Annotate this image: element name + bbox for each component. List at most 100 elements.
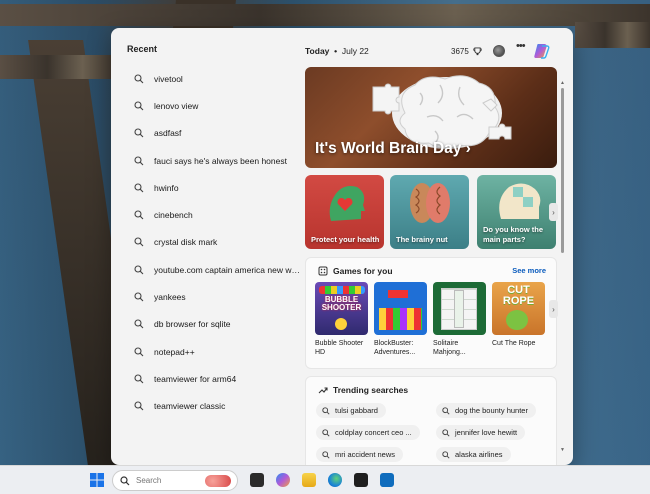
search-icon [322,428,330,437]
search-icon [134,183,144,193]
recent-search-text: lenovo view [154,100,199,111]
recent-search-item[interactable]: hwinfo [127,174,301,201]
recent-search-item[interactable]: teamviewer for arm64 [127,365,301,392]
trophy-icon [473,46,482,55]
search-icon [134,101,144,111]
recent-search-text: hwinfo [154,182,179,193]
recent-search-item[interactable]: yankees [127,283,301,310]
game-tile[interactable]: BlockBuster: Adventures... [374,282,428,357]
scroll-up-arrow[interactable]: ▲ [560,80,565,86]
recent-search-item[interactable]: vivetool [127,65,301,92]
hero-card-world-brain-day[interactable]: It's World Brain Day › [305,67,557,168]
outlook-icon[interactable] [380,473,394,487]
highlights-header: Today • July 22 3675 ••• [305,40,565,60]
trending-search-chip[interactable]: jennifer love hewitt [436,425,526,440]
search-icon [442,406,450,415]
recent-searches: Recent vivetool lenovo view asdfasf fauci s… [111,28,301,465]
scroll-down-arrow[interactable]: ▼ [560,447,565,453]
recent-search-item[interactable]: notepad++ [127,338,301,365]
search-icon [134,292,144,302]
file-explorer-icon[interactable] [302,473,316,487]
trending-search-text: mri accident news [335,450,396,459]
scrollbar-thumb[interactable] [561,88,564,253]
trending-search-chip[interactable]: alaska airlines [436,447,511,462]
game-thumbnail-text: BUBBLE SHOOTER [321,295,362,312]
recent-search-text: asdfasf [154,128,182,139]
taskbar-search-input[interactable] [136,476,206,485]
wallpaper-plank [0,55,118,79]
recent-search-text: crystal disk mark [154,237,218,248]
store-icon[interactable] [354,473,368,487]
trending-search-chip[interactable]: coldplay concert ceo ... [316,425,420,440]
recent-search-text: notepad++ [154,346,195,357]
trending-search-text: alaska airlines [455,450,503,459]
card-protect-health[interactable]: Protect your health [305,175,384,249]
search-icon [134,155,144,165]
copilot-taskbar-icon[interactable] [276,473,290,487]
more-options-icon[interactable]: ••• [516,40,526,52]
search-icon [134,237,144,247]
search-icon [134,74,144,84]
search-icon [134,128,144,138]
points-value: 3675 [451,46,469,56]
recent-search-text: youtube.com captain america new wo... [154,264,301,275]
search-icon [134,319,144,329]
taskbar-search-box[interactable] [112,470,238,491]
trending-search-text: tulsi gabbard [335,406,378,415]
game-thumbnail [433,282,486,335]
game-name: Cut The Rope [492,340,536,347]
trending-title: Trending searches [318,385,408,395]
game-thumbnail: BUBBLE SHOOTER [315,282,368,335]
recent-search-item[interactable]: asdfasf [127,120,301,147]
wallpaper-plank [0,4,650,26]
edge-browser-icon[interactable] [328,473,342,487]
hero-title: It's World Brain Day › [315,140,471,157]
recent-title: Recent [127,44,158,54]
game-tile[interactable]: BUBBLE SHOOTER Bubble Shooter HD [315,282,369,357]
trending-search-text: dog the bounty hunter [455,406,528,415]
trending-icon [318,387,328,394]
card-label: The brainy nut [396,234,448,244]
task-view-icon[interactable] [250,473,264,487]
recent-search-item[interactable]: teamviewer classic [127,393,301,420]
trending-search-text: coldplay concert ceo ... [335,428,412,437]
trending-section: Trending searches tulsi gabbard dog the b… [305,376,557,465]
trending-search-chip[interactable]: dog the bounty hunter [436,403,536,418]
trending-search-chip[interactable]: tulsi gabbard [316,403,386,418]
recent-search-item[interactable]: crystal disk mark [127,229,301,256]
wallpaper-plank [575,22,650,48]
recent-search-text: db browser for sqlite [154,319,231,330]
recent-search-item[interactable]: cinebench [127,201,301,228]
search-icon [134,347,144,356]
game-tile[interactable]: CUT ROPE Cut The Rope [492,282,546,348]
rewards-points[interactable]: 3675 [451,47,482,56]
recent-search-text: teamviewer for arm64 [154,373,237,384]
copilot-icon[interactable] [533,42,551,60]
search-icon [442,428,450,437]
recent-search-item[interactable]: youtube.com captain america new wo... [127,256,301,283]
game-name: BlockBuster: Adventures... [374,340,416,357]
card-brainy-nut[interactable]: The brainy nut [390,175,469,249]
windows-start-icon[interactable] [90,473,104,487]
game-tile[interactable]: Solitaire Mahjong... [433,282,487,357]
games-next-button[interactable]: › [549,300,558,318]
user-avatar[interactable] [493,45,505,57]
see-more-link[interactable]: See more [512,266,546,275]
trending-search-chip[interactable]: mri accident news [316,447,404,462]
card-brain-parts[interactable]: Do you know the main parts? [477,175,556,249]
search-icon [134,210,144,220]
search-icon [134,401,144,411]
recent-search-item[interactable]: db browser for sqlite [127,311,301,338]
cards-next-button[interactable]: › [549,203,558,221]
trending-search-text: jennifer love hewitt [455,428,518,437]
date-label: Today • July 22 [305,46,369,56]
card-label: Do you know the main parts? [483,225,543,244]
search-icon [134,374,144,384]
highlights-column: Today • July 22 3675 ••• It's World Brai… [305,28,567,465]
recent-search-item[interactable]: lenovo view [127,92,301,119]
walnut-brain-icon [410,183,450,223]
recent-search-item[interactable]: fauci says he's always been honest [127,147,301,174]
game-name: Solitaire Mahjong... [433,340,466,357]
search-icon [322,406,330,415]
topic-cards: Protect your health The brainy nut Do yo… [305,175,563,249]
